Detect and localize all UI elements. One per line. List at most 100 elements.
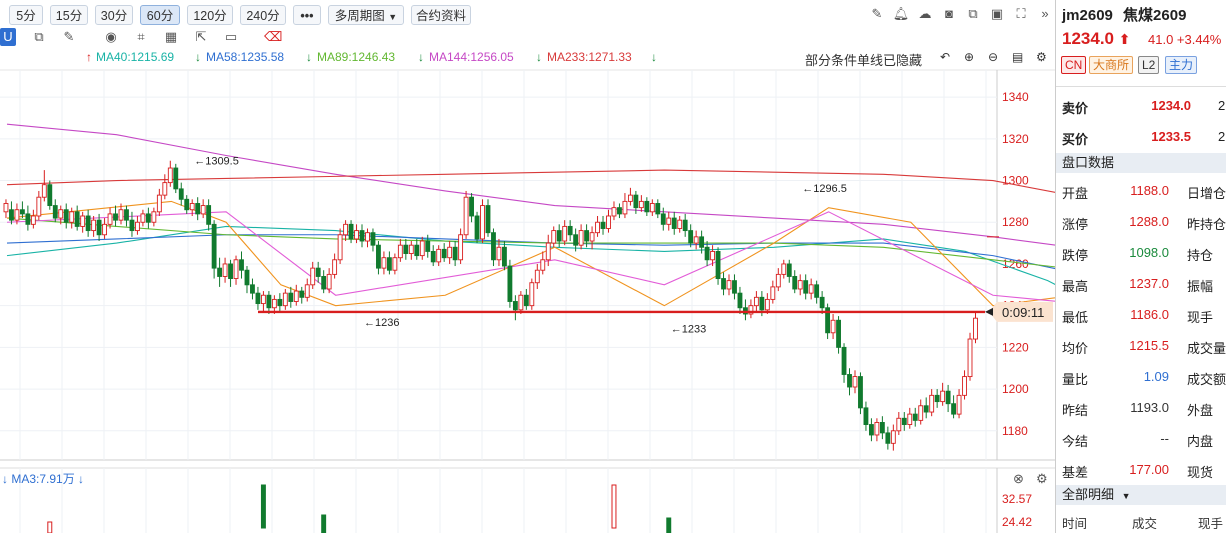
candle-body [523,294,529,307]
settings-icon[interactable]: ⚙ [1036,50,1047,64]
candle-body [556,230,562,242]
candle-body [573,234,579,246]
candle-body [600,221,606,229]
candle-body [408,244,414,254]
grid-icon[interactable]: ▦ [162,28,180,46]
candle-body [578,230,584,246]
period-120m[interactable]: 120分 [187,5,233,25]
candle-body [836,319,841,348]
zoom-in-icon[interactable]: ⊕ [964,50,974,64]
volume-bar [321,514,327,533]
quote-key: 最低 [1062,310,1089,325]
candle-body [962,376,967,396]
candle-body [145,213,151,223]
candle-body [255,292,261,305]
candle-body [85,215,91,232]
quote-row: 开盘 1188.0 日增仓 [1056,175,1226,206]
draw-pen-icon[interactable]: ✎ [60,28,78,46]
candle-body [244,269,250,286]
chevron-down-icon: ▼ [1121,491,1131,501]
quote-key: 今结 [1062,434,1089,449]
contract-info-button[interactable]: 合约资料 [411,5,471,25]
quote-key: 涨停 [1062,217,1089,232]
period-5m[interactable]: 5分 [9,5,43,25]
candle-body [447,246,453,259]
contract-name: 焦煤2609 [1123,7,1187,24]
y-tick-label: 1260 [1002,257,1029,271]
candle-body [534,269,540,284]
quote-value: 1215.5 [1129,338,1169,353]
up-arrow-icon: ⬆ [1118,31,1131,47]
y-tick-label: 1180 [1002,424,1028,438]
quote-row: 量比 1.09 成交额 [1056,361,1226,392]
ma-line-ma89 [6,217,1055,268]
unit-icon[interactable]: U [0,28,16,46]
candlestick-chart[interactable]: 1340 1320 1300 1280 1260 1240 1220 1200 1180 0:09… [0,0,1055,533]
camera-icon[interactable]: ◙ [940,5,958,23]
candle-body [359,230,365,242]
comment-icon[interactable]: ▭ [222,28,240,46]
tag-cn: CN [1061,56,1087,74]
candle-body [3,203,9,213]
candle-body [666,217,672,225]
eraser-icon[interactable]: ⌫ [264,28,282,46]
period-240m[interactable]: 240分 [240,5,286,25]
candle-body [288,292,294,302]
volume-tick-label: 32.57 [1002,492,1032,506]
ma-arrow-icon: ↓ [651,50,657,64]
candle-body [704,246,710,261]
quote-value: 1.09 [1143,369,1169,384]
period-60m[interactable]: 60分 [140,5,180,25]
pencil-icon[interactable]: ✎ [868,5,886,23]
candle-body [797,280,803,290]
candle-body [551,230,557,244]
candle-body [233,259,239,280]
period-30m[interactable]: 30分 [95,5,133,25]
image-icon[interactable]: ▣ [988,5,1006,23]
period-15m[interactable]: 15分 [50,5,88,25]
zoom-out-icon[interactable]: ⊖ [988,50,998,64]
volume-tick-label: 24.42 [1002,515,1032,529]
candle-body [397,244,403,259]
candle-body [775,273,781,288]
layout-icon[interactable]: ⌗ [132,28,150,46]
ma-arrow-icon: ↑ [86,50,92,64]
quote-key-2: 内盘 [1187,434,1214,449]
candle-body [118,209,124,221]
candle-body [940,390,946,403]
candle-body [912,413,918,421]
candle-body [58,209,64,219]
ma-line-ma58 [6,234,1055,270]
fullscreen-icon[interactable]: ⛶ [1012,5,1030,23]
more-periods-button[interactable]: ••• [293,5,321,25]
candle-body [688,230,694,244]
candle-body [721,278,726,290]
eye-icon[interactable]: ◉ [102,28,120,46]
copy-icon[interactable]: ⧉ [964,5,982,23]
save-icon[interactable]: ▤ [1012,50,1023,64]
collapse-panel-icon[interactable]: » [1036,5,1054,23]
candle-body [491,232,496,261]
candle-body [69,211,75,223]
candle-body [392,257,398,271]
candle-body [562,225,568,242]
undo-icon[interactable]: ↶ [940,50,950,64]
bell-icon[interactable]: 🔔︎ [892,5,910,23]
trade-details-dropdown[interactable]: 全部明细 ▼ [1056,485,1226,505]
cloud-icon[interactable]: ☁ [916,5,934,23]
col-time: 时间 [1062,517,1088,531]
candle-body [606,215,611,229]
candle-body [502,246,507,267]
candle-body [200,205,206,215]
multi-period-dropdown[interactable]: 多周期图 ▼ [328,5,404,25]
layers-icon[interactable]: ⧉ [30,28,48,46]
candle-body [868,424,874,436]
candle-body [178,188,184,200]
candle-body [129,219,135,232]
candle-body [250,284,255,294]
export-icon[interactable]: ⇱ [192,28,210,46]
candle-body [189,203,195,211]
candle-body [595,221,600,234]
candle-body [737,292,743,309]
candle-body [9,209,14,221]
